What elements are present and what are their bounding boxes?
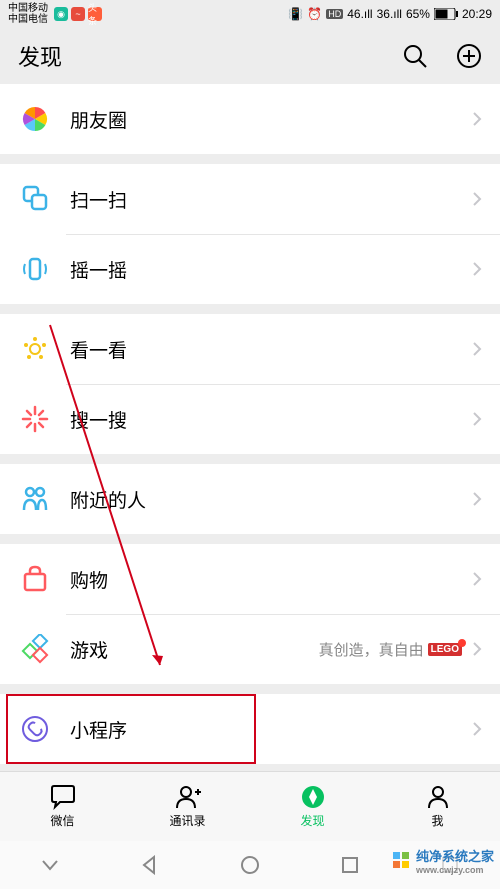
- clock: 20:29: [462, 7, 492, 21]
- tab-label: 发现: [300, 812, 324, 829]
- carrier-1: 中国移动: [8, 3, 48, 14]
- cell-shopping[interactable]: 购物: [0, 544, 500, 614]
- chevron-right-icon: [472, 411, 482, 427]
- nav-recent-icon[interactable]: [340, 855, 360, 875]
- nearby-icon: [18, 482, 52, 516]
- cell-label: 小程序: [70, 716, 472, 743]
- top-stories-icon: [18, 332, 52, 366]
- tab-discover[interactable]: 发现: [250, 772, 375, 841]
- tab-chat[interactable]: 微信: [0, 772, 125, 841]
- vibrate-icon: 📳: [288, 7, 303, 21]
- signal-2: 36.ıll: [377, 7, 402, 21]
- tab-label: 微信: [50, 812, 74, 829]
- status-bar: 中国移动 中国电信 ◉ ~ 头条 📳 ⏰ HD 46.ıll 36.ıll 65…: [0, 0, 500, 28]
- cell-shake[interactable]: 摇一摇: [0, 234, 500, 304]
- tabbar: 微信 通讯录 发现 我: [0, 771, 500, 841]
- hd-icon: HD: [326, 9, 343, 19]
- chevron-right-icon: [472, 261, 482, 277]
- tab-label: 我: [431, 812, 443, 829]
- chevron-right-icon: [472, 341, 482, 357]
- cell-games[interactable]: 游戏 真创造，真自由 LEGO: [0, 614, 500, 684]
- scan-icon: [18, 182, 52, 216]
- battery-icon: [434, 8, 458, 20]
- cell-moments[interactable]: 朋友圈: [0, 84, 500, 154]
- alarm-icon: ⏰: [307, 7, 322, 21]
- cell-top-stories[interactable]: 看一看: [0, 314, 500, 384]
- add-icon[interactable]: [456, 43, 482, 69]
- lego-badge: LEGO: [428, 643, 462, 656]
- cell-label: 搜一搜: [70, 406, 472, 433]
- shopping-icon: [18, 562, 52, 596]
- cell-label: 扫一扫: [70, 186, 472, 213]
- app-badge-icon: ~: [71, 7, 85, 21]
- chevron-right-icon: [472, 571, 482, 587]
- cell-nearby[interactable]: 附近的人: [0, 464, 500, 534]
- app-badge-icon: ◉: [54, 7, 68, 21]
- miniprogram-icon: [18, 712, 52, 746]
- cell-label: 附近的人: [70, 486, 472, 513]
- content: 朋友圈 扫一扫 摇一摇 看一看: [0, 84, 500, 764]
- chevron-right-icon: [472, 491, 482, 507]
- watermark-logo-icon: [392, 851, 412, 871]
- watermark: 纯净系统之家 www.cwjzy.com: [392, 846, 494, 875]
- chevron-right-icon: [472, 721, 482, 737]
- chevron-right-icon: [472, 111, 482, 127]
- cell-miniprogram[interactable]: 小程序: [0, 694, 500, 764]
- carrier-2: 中国电信: [8, 14, 48, 25]
- cell-label: 朋友圈: [70, 106, 472, 133]
- cell-label: 摇一摇: [70, 256, 472, 283]
- app-badge-icon: 头条: [88, 7, 102, 21]
- cell-search-feature[interactable]: 搜一搜: [0, 384, 500, 454]
- cell-label: 看一看: [70, 336, 472, 363]
- cell-scan[interactable]: 扫一扫: [0, 164, 500, 234]
- signal-1: 46.ıll: [347, 7, 372, 21]
- search-icon[interactable]: [402, 43, 428, 69]
- moments-icon: [18, 102, 52, 136]
- nav-back-icon[interactable]: [140, 855, 160, 875]
- tab-contacts[interactable]: 通讯录: [125, 772, 250, 841]
- shake-icon: [18, 252, 52, 286]
- games-icon: [18, 632, 52, 666]
- header: 发现: [0, 28, 500, 84]
- nav-down-icon[interactable]: [40, 855, 60, 875]
- cell-label: 游戏: [70, 636, 319, 663]
- chevron-right-icon: [472, 191, 482, 207]
- nav-home-icon[interactable]: [240, 855, 260, 875]
- page-title: 发现: [18, 40, 62, 72]
- battery-percent: 65%: [406, 7, 430, 21]
- tab-me[interactable]: 我: [375, 772, 500, 841]
- chevron-right-icon: [472, 641, 482, 657]
- search-feature-icon: [18, 402, 52, 436]
- tab-label: 通讯录: [169, 812, 205, 829]
- cell-label: 购物: [70, 566, 472, 593]
- games-extra: 真创造，真自由 LEGO: [319, 639, 462, 660]
